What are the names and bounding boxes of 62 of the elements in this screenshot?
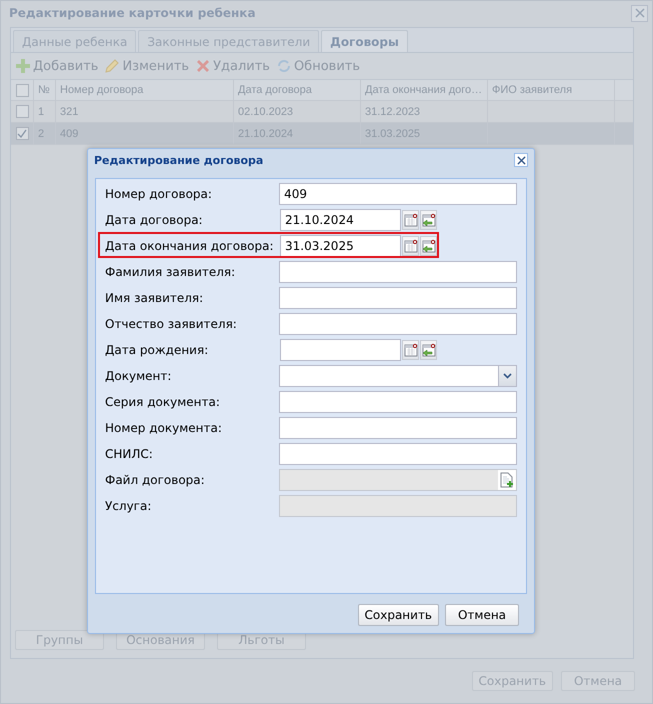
checkbox[interactable] [16, 127, 28, 140]
field-label: Услуга: [105, 499, 152, 513]
column-header[interactable]: Номер договора [56, 80, 234, 100]
field-label: Номер документа: [105, 421, 223, 435]
file-field[interactable] [279, 469, 517, 491]
checkbox[interactable] [16, 84, 28, 96]
toolbar-button[interactable]: Обновить [276, 58, 360, 74]
clear-date-button[interactable] [420, 236, 437, 256]
input-field[interactable] [279, 313, 517, 335]
column-header[interactable]: № [34, 80, 56, 100]
refresh-icon [276, 58, 292, 74]
calendar-button[interactable] [402, 210, 419, 230]
input-field[interactable]: 409 [279, 183, 517, 205]
field-label: Дата рождения: [105, 343, 210, 357]
table-cell: 321 [60, 106, 78, 118]
clear-date-button[interactable] [420, 210, 437, 230]
field-label: Дата окончания договора: [105, 239, 274, 253]
field-label: СНИЛС: [105, 447, 154, 461]
input-field[interactable] [279, 261, 517, 283]
input-field[interactable] [279, 391, 517, 413]
field-label: Документ: [105, 369, 172, 383]
input-field[interactable] [279, 443, 517, 465]
date-field[interactable]: 21.10.2024 [280, 209, 401, 231]
plus-icon [15, 58, 31, 74]
field-label: Номер договора: [105, 187, 213, 201]
delete-icon [195, 58, 212, 74]
dialog-button[interactable]: Сохранить [358, 604, 439, 626]
field-label: Серия документа: [105, 395, 221, 409]
chevron-down-icon [503, 373, 512, 379]
toolbar-button[interactable]: Изменить [104, 58, 190, 74]
dialog-button[interactable]: Отмена [445, 604, 519, 626]
input-field[interactable] [279, 417, 517, 439]
close-button[interactable] [514, 153, 528, 167]
add-file-button[interactable] [498, 470, 516, 490]
column-header[interactable]: Дата окончания дого… [361, 80, 488, 100]
calendar-button[interactable] [402, 236, 419, 256]
field-label: Фамилия заявителя: [105, 265, 236, 279]
column-header[interactable]: ФИО заявителя [488, 80, 615, 100]
toolbar-button[interactable]: Добавить [15, 58, 98, 74]
dialog-title: Редактирование договора [94, 154, 264, 166]
column-header[interactable]: Дата договора [234, 80, 361, 100]
table-cell: 31.12.2023 [365, 106, 420, 118]
input-field[interactable] [279, 495, 517, 517]
table-cell: 1 [38, 106, 44, 118]
checkbox[interactable] [16, 105, 28, 118]
input-field[interactable] [279, 287, 517, 309]
pencil-icon [104, 58, 120, 74]
table-cell: 02.10.2023 [238, 106, 294, 118]
calendar-button[interactable] [402, 340, 419, 360]
date-field[interactable]: 31.03.2025 [280, 235, 401, 257]
window-title: Редактирование карточки ребенка [9, 6, 256, 20]
clear-date-button[interactable] [420, 340, 437, 360]
field-label: Отчество заявителя: [105, 317, 238, 331]
tab[interactable]: Договоры [321, 30, 408, 52]
field-label: Файл договора: [105, 473, 206, 487]
close-icon [634, 8, 644, 18]
dropdown-field[interactable] [279, 365, 517, 387]
field-label: Имя заявителя: [105, 291, 204, 305]
toolbar-button[interactable]: Удалить [195, 58, 270, 74]
field-label: Дата договора: [105, 213, 204, 227]
close-icon [516, 156, 526, 164]
date-field[interactable] [280, 339, 401, 361]
